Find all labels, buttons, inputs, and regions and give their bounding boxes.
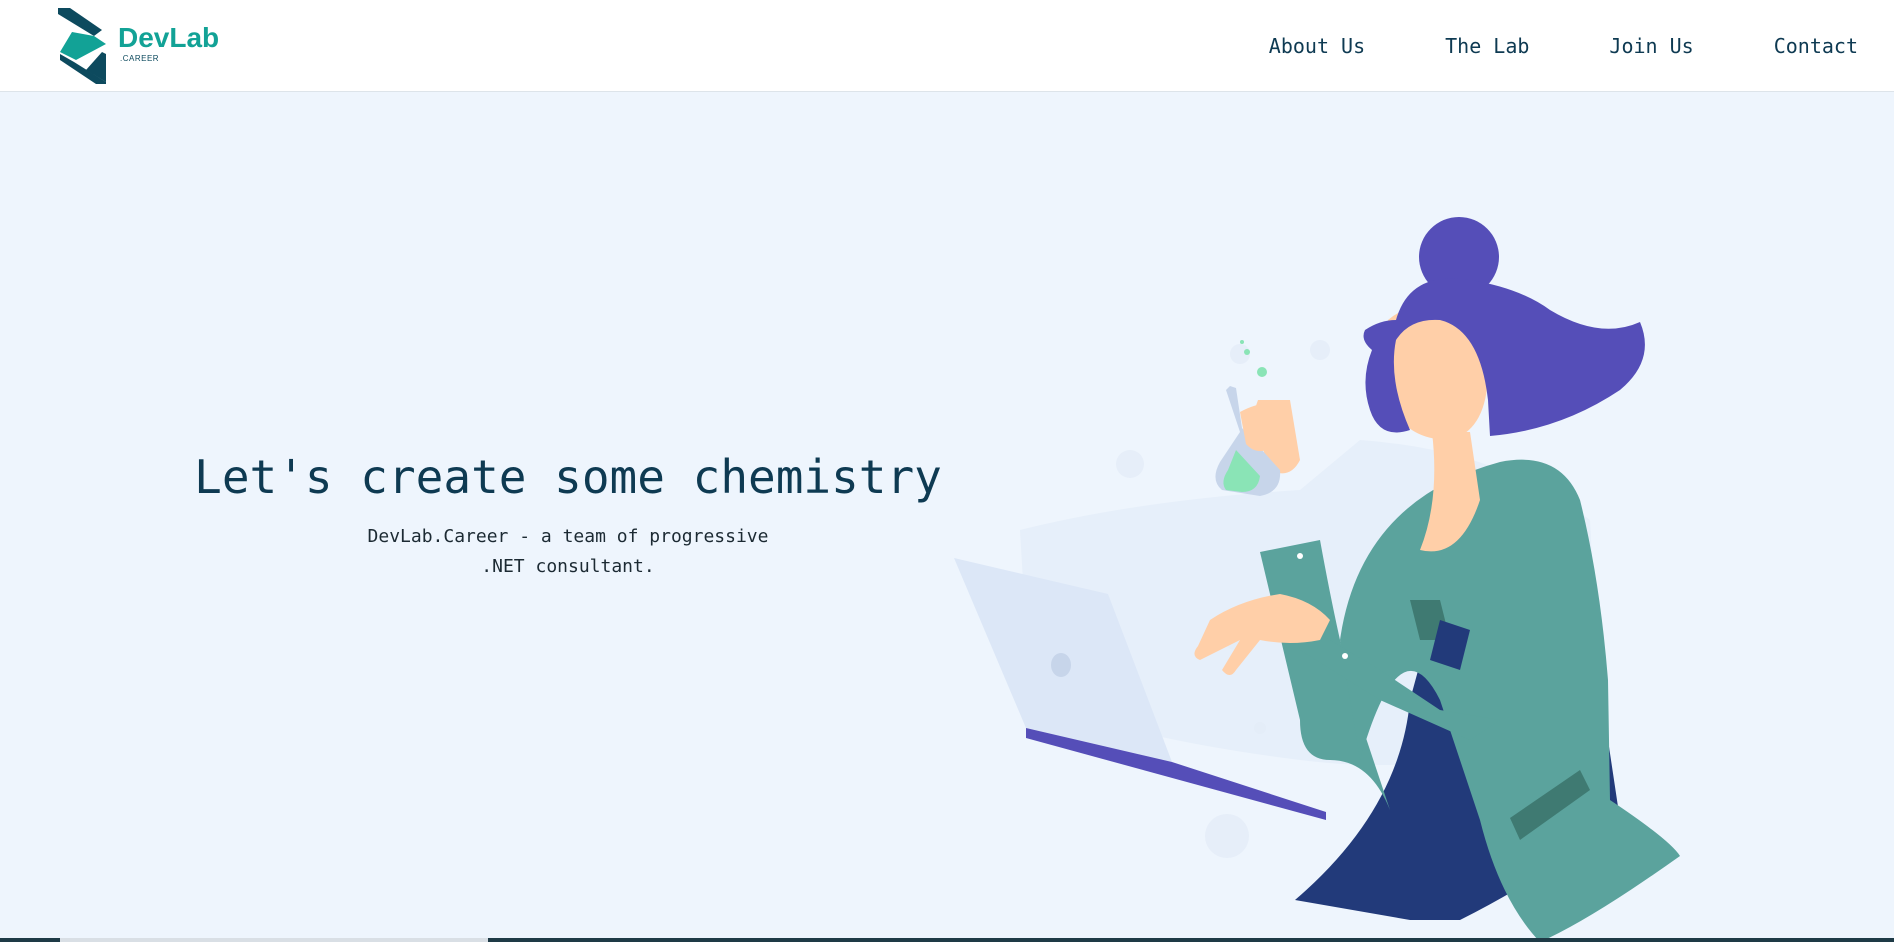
navbar: DevLab .CAREER About Us The Lab Join Us … <box>0 0 1894 92</box>
nav-the-lab[interactable]: The Lab <box>1445 34 1529 58</box>
nav-contact[interactable]: Contact <box>1774 34 1858 58</box>
bottom-scroll-indicator <box>60 938 488 942</box>
logo-text: DevLab <box>118 22 220 53</box>
bottom-scroll-bar <box>0 938 1894 942</box>
devlab-logo-icon <box>58 8 106 84</box>
nav-about-us[interactable]: About Us <box>1269 34 1365 58</box>
logo-subtext: .CAREER <box>120 54 160 63</box>
nav-join-us[interactable]: Join Us <box>1609 34 1693 58</box>
scientist-illustration <box>954 217 1680 942</box>
main-nav: About Us The Lab Join Us Contact <box>1189 0 1858 92</box>
devlab-logo[interactable]: DevLab .CAREER <box>56 8 219 84</box>
scientist-figure <box>1194 217 1680 942</box>
